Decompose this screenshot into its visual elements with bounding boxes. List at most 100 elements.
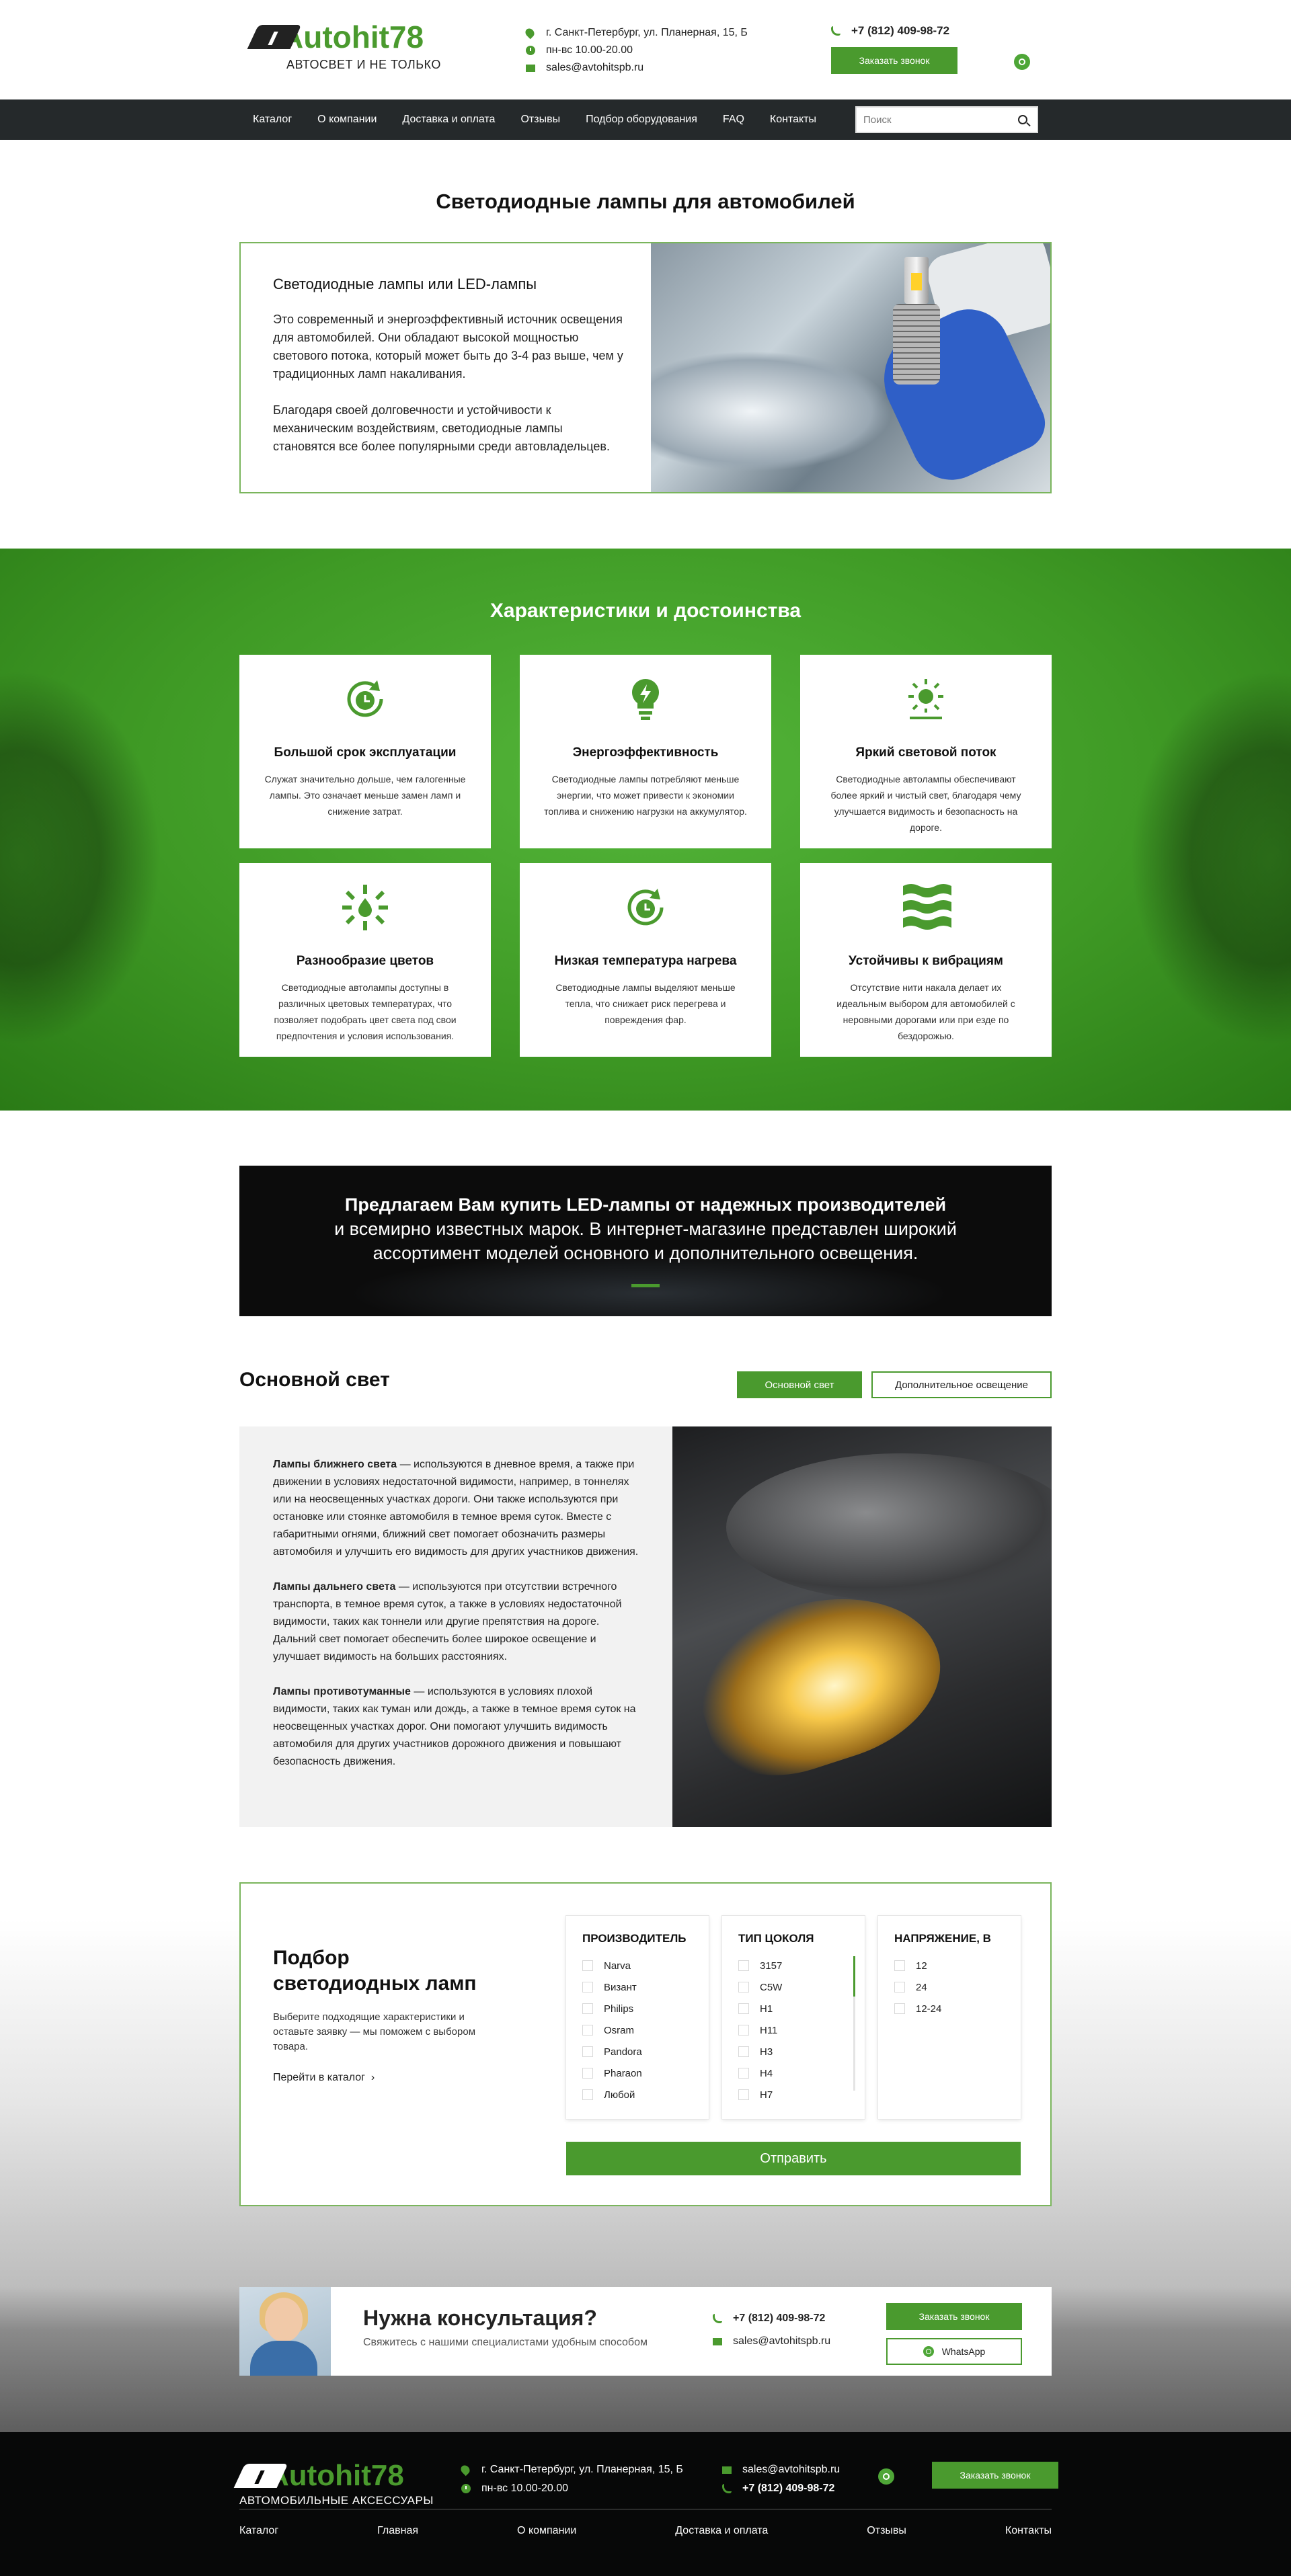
feature-title: Низкая температура нагрева <box>554 954 737 968</box>
tab-main-light[interactable]: Основной свет <box>737 1371 862 1398</box>
consult-banner: Нужна консультация? Свяжитесь с нашими с… <box>239 2287 1052 2376</box>
selector-text: Выберите подходящие характеристики и ост… <box>273 2011 476 2052</box>
checkbox[interactable] <box>738 2089 749 2100</box>
filter-option[interactable]: H1 <box>738 1998 865 2019</box>
features-title: Характеристики и достоинства <box>490 600 801 622</box>
footer-logo[interactable]: Autohit78 АВТОМОБИЛЬНЫЕ АКСЕССУАРЫ <box>233 2459 434 2507</box>
nav-item-delivery[interactable]: Доставка и оплата <box>402 114 495 126</box>
consult-phone[interactable]: +7 (812) 409-98-72 <box>713 2312 825 2325</box>
search-icon[interactable] <box>1018 115 1027 124</box>
search-input[interactable] <box>857 108 1018 132</box>
footer-nav-home[interactable]: Главная <box>377 2525 418 2537</box>
filter-option[interactable]: Osram <box>582 2019 709 2041</box>
order-call-button[interactable]: Заказать звонок <box>831 47 957 74</box>
consult-section: Нужна консультация? Свяжитесь с нашими с… <box>0 2287 1291 2432</box>
address: г. Санкт-Петербург, ул. Планерная, 15, Б <box>481 2464 683 2475</box>
feature-card: Устойчивы к вибрациям Отсутствие нити на… <box>800 863 1052 1057</box>
filter-option[interactable]: Philips <box>582 1998 709 2019</box>
filter-option[interactable]: H11 <box>738 2019 865 2041</box>
filter-option[interactable]: Pharaon <box>582 2062 709 2084</box>
nav-item-reviews[interactable]: Отзывы <box>520 114 560 126</box>
scrollbar[interactable] <box>853 1956 855 2091</box>
whatsapp-icon[interactable] <box>878 2468 894 2485</box>
logo[interactable]: Autohit78 АВТОСВЕТ И НЕ ТОЛЬКО <box>247 20 441 72</box>
chevron-right-icon: › <box>370 2072 375 2083</box>
cta-line: ассортимент моделей основного и дополнит… <box>373 1243 918 1263</box>
main-nav: Каталог О компании Доставка и оплата Отз… <box>0 99 1291 140</box>
email-link[interactable]: sales@avtohitspb.ru <box>742 2460 840 2479</box>
led-bulb-image <box>651 243 1050 492</box>
filter-option[interactable]: Любой <box>582 2084 709 2105</box>
filter-option[interactable]: 3157 <box>738 1955 865 1976</box>
filter-option[interactable]: C5W <box>738 1976 865 1998</box>
feature-title: Разнообразие цветов <box>296 954 434 968</box>
checkbox[interactable] <box>738 2003 749 2014</box>
checkbox[interactable] <box>738 2046 749 2057</box>
checkbox[interactable] <box>894 2003 905 2014</box>
filter-option[interactable]: Визант <box>582 1976 709 1998</box>
filter-option[interactable]: H7 <box>738 2084 865 2105</box>
checkbox[interactable] <box>582 1960 593 1971</box>
nav-item-catalog[interactable]: Каталог <box>253 114 292 126</box>
checkbox[interactable] <box>582 2025 593 2036</box>
checkbox[interactable] <box>582 2089 593 2100</box>
filter-option[interactable]: 12-24 <box>894 1998 1021 2019</box>
consult-email[interactable]: sales@avtohitspb.ru <box>713 2335 830 2347</box>
submit-button[interactable]: Отправить <box>566 2142 1021 2175</box>
email-link[interactable]: sales@avtohitspb.ru <box>546 59 643 77</box>
filter-option[interactable]: H4 <box>738 2062 865 2084</box>
checkbox[interactable] <box>738 1960 749 1971</box>
header-phone[interactable]: +7 (812) 409-98-72 <box>831 24 949 38</box>
phone-number[interactable]: +7 (812) 409-98-72 <box>851 24 949 38</box>
order-call-button[interactable]: Заказать звонок <box>886 2303 1022 2330</box>
filter-option[interactable]: 24 <box>894 1976 1021 1998</box>
site-header: Autohit78 АВТОСВЕТ И НЕ ТОЛЬКО г. Санкт-… <box>0 0 1291 99</box>
footer-nav-about[interactable]: О компании <box>517 2525 576 2537</box>
features-section: Характеристики и достоинства Большой сро… <box>0 549 1291 1111</box>
nav-item-contacts[interactable]: Контакты <box>770 114 816 126</box>
catalog-link[interactable]: Перейти в каталог › <box>273 2072 375 2083</box>
checkbox[interactable] <box>582 2003 593 2014</box>
mail-icon <box>722 2466 732 2474</box>
nav-item-equipment[interactable]: Подбор оборудования <box>586 114 697 126</box>
checkbox[interactable] <box>738 1982 749 1993</box>
bulb-bolt-icon <box>632 679 659 720</box>
whatsapp-button[interactable]: WhatsApp <box>886 2338 1022 2365</box>
clock-refresh-icon <box>347 680 383 717</box>
phone-number[interactable]: +7 (812) 409-98-72 <box>742 2479 834 2498</box>
lamp-description: Лампы противотуманные — используются в у… <box>273 1683 639 1771</box>
mail-icon <box>526 64 535 72</box>
whatsapp-icon[interactable] <box>1014 54 1030 70</box>
checkbox[interactable] <box>738 2068 749 2079</box>
checkbox[interactable] <box>582 1982 593 1993</box>
feature-card: Низкая температура нагрева Светодиодные … <box>520 863 771 1057</box>
checkbox[interactable] <box>894 1982 905 1993</box>
filter-option[interactable]: H3 <box>738 2041 865 2062</box>
checkbox[interactable] <box>894 1960 905 1971</box>
footer-nav-contacts[interactable]: Контакты <box>1005 2525 1052 2537</box>
footer-nav: Каталог Главная О компании Доставка и оп… <box>239 2525 1052 2537</box>
order-call-button[interactable]: Заказать звонок <box>932 2462 1058 2489</box>
map-pin-icon <box>523 26 537 40</box>
checkbox[interactable] <box>582 2068 593 2079</box>
headlight-image <box>672 1426 1052 1827</box>
intro-card: Светодиодные лампы или LED-лампы Это сов… <box>239 242 1052 493</box>
filter-option[interactable]: 12 <box>894 1955 1021 1976</box>
footer-nav-catalog[interactable]: Каталог <box>239 2525 278 2537</box>
checkbox[interactable] <box>582 2046 593 2057</box>
phone-icon <box>831 26 840 36</box>
nav-item-faq[interactable]: FAQ <box>723 114 744 126</box>
filter-title: НАПРЯЖЕНИЕ, В <box>894 1932 991 1945</box>
address: г. Санкт-Петербург, ул. Планерная, 15, Б <box>546 27 748 38</box>
tab-additional-light[interactable]: Дополнительное освещение <box>871 1371 1052 1398</box>
footer-nav-delivery[interactable]: Доставка и оплата <box>675 2525 768 2537</box>
operator-photo <box>239 2287 331 2376</box>
filter-option[interactable]: Pandora <box>582 2041 709 2062</box>
filter-option[interactable]: Narva <box>582 1955 709 1976</box>
cta-line: и всемирно известных марок. В интернет-м… <box>334 1219 957 1239</box>
selector-title: Подбор светодиодных ламп <box>273 1947 477 1995</box>
footer-nav-reviews[interactable]: Отзывы <box>867 2525 906 2537</box>
nav-item-about[interactable]: О компании <box>317 114 377 126</box>
feature-text: Светодиодные лампы потребляют меньше эне… <box>544 774 747 817</box>
checkbox[interactable] <box>738 2025 749 2036</box>
